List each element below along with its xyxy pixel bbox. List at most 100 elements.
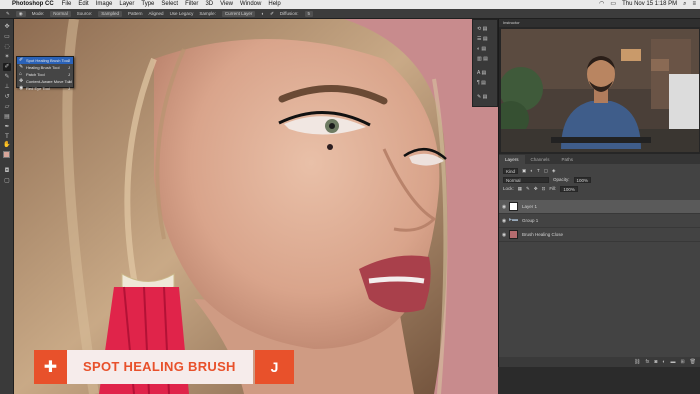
sample-select[interactable]: Current Layer — [221, 10, 256, 17]
document-canvas[interactable] — [14, 19, 498, 394]
layer-style-icon[interactable]: fx — [645, 357, 649, 367]
clone-stamp-tool-icon[interactable]: ⊥ — [3, 83, 11, 91]
adjustments-panel-icon[interactable]: ◐ ▤ — [477, 46, 495, 53]
layer-row[interactable]: ◉ Brush Healing Close — [499, 228, 700, 242]
character-panel-icon[interactable]: A ▤ — [477, 70, 495, 77]
layer-row[interactable]: ◉ ▸▬ Group 1 — [499, 214, 700, 228]
lock-label: Lock: — [503, 186, 514, 191]
eye-icon[interactable]: ◉ — [499, 204, 509, 210]
layer-name[interactable]: Brush Healing Close — [522, 232, 563, 237]
search-icon[interactable]: ⌕ — [683, 0, 686, 9]
menu-window[interactable]: Window — [240, 0, 261, 9]
menu-file[interactable]: File — [62, 0, 72, 9]
new-group-icon[interactable]: ▬ — [670, 357, 675, 367]
properties-panel-icon[interactable]: ☰ ▤ — [477, 36, 495, 43]
video-panel-title: Instructor — [499, 19, 700, 27]
red-eye-icon: ◉ — [19, 85, 24, 91]
opacity-field[interactable]: 100% — [573, 176, 592, 183]
flyout-item-label: Spot Healing Brush Tool — [26, 58, 69, 63]
flyout-item-key: J — [68, 72, 70, 77]
filter-smart-icon[interactable]: ◈ — [552, 168, 555, 174]
pen-tool-icon[interactable]: ✒ — [3, 123, 11, 131]
eraser-tool-icon[interactable]: ▱ — [3, 103, 11, 111]
shortcut-key: J — [255, 350, 294, 384]
menu-list-icon[interactable]: ≡ — [692, 0, 696, 9]
lock-pixels-icon[interactable]: ▦ — [518, 186, 522, 192]
lock-all-icon[interactable]: ⊡ — [542, 186, 546, 192]
tab-paths[interactable]: Paths — [556, 155, 580, 164]
quick-select-tool-icon[interactable]: ✶ — [3, 53, 11, 61]
layer-row[interactable]: ◉ Layer 1 — [499, 200, 700, 214]
new-adjustment-icon[interactable]: ◐ — [662, 357, 665, 367]
brush-tool-icon[interactable]: ✎ — [3, 73, 11, 81]
filter-type-icon[interactable]: T — [537, 168, 540, 173]
type-tool-icon[interactable]: T — [3, 133, 11, 141]
quick-mask-icon[interactable]: ◘ — [3, 167, 11, 175]
clock[interactable]: Thu Nov 15 1:18 PM — [622, 0, 677, 9]
blend-mode-select[interactable]: Normal — [503, 176, 549, 183]
aligned-checkbox[interactable]: Aligned — [149, 9, 164, 19]
flyout-red-eye[interactable]: ◉ Red Eye Tool J — [17, 85, 73, 92]
adjustment-layers-icon[interactable]: ◐ — [261, 9, 264, 19]
paragraph-panel-icon[interactable]: ¶ ▤ — [477, 80, 495, 87]
flyout-item-label: Healing Brush Tool — [26, 65, 60, 70]
link-layers-icon[interactable]: ⛓ — [634, 357, 640, 367]
spot-healing-tool-icon[interactable]: ✐ — [3, 63, 11, 71]
bandage-icon: ✚ — [34, 350, 67, 384]
layers-footer: ⛓ fx ◙ ◐ ▬ ⊞ 🗑 — [499, 357, 700, 367]
layer-name[interactable]: Layer 1 — [522, 204, 537, 209]
patch-icon: ⌂ — [19, 71, 23, 77]
move-tool-icon[interactable]: ✥ — [3, 23, 11, 31]
diffusion-value[interactable]: 5 — [304, 10, 314, 17]
screen-mode-icon[interactable]: ▢ — [3, 177, 11, 185]
healing-brush-icon: ✎ — [19, 64, 24, 70]
lasso-tool-icon[interactable]: ◌ — [3, 43, 11, 51]
delete-layer-icon[interactable]: 🗑 — [690, 357, 696, 367]
foreground-color-swatch[interactable] — [3, 151, 10, 158]
menu-image[interactable]: Image — [96, 0, 113, 9]
add-mask-icon[interactable]: ◙ — [654, 357, 657, 367]
brush-size-picker[interactable]: ◉ — [15, 10, 26, 17]
history-panel-icon[interactable]: ⟲ ▤ — [477, 26, 495, 33]
lock-paint-icon[interactable]: ✎ — [526, 186, 530, 192]
content-aware-move-icon: ✥ — [19, 78, 24, 84]
instructor-video[interactable] — [501, 29, 699, 152]
filter-shape-icon[interactable]: ▢ — [544, 168, 548, 174]
eye-icon[interactable]: ◉ — [499, 218, 509, 224]
healing-tools-flyout: ✐ Spot Healing Brush Tool J ✎ Healing Br… — [16, 56, 74, 91]
marquee-tool-icon[interactable]: ▭ — [3, 33, 11, 41]
hand-tool-icon[interactable]: ✋ — [3, 141, 11, 149]
tab-layers[interactable]: Layers — [499, 155, 525, 164]
flyout-item-key: J — [68, 58, 70, 63]
layer-name[interactable]: Group 1 — [522, 218, 538, 223]
flyout-content-aware-move[interactable]: ✥ Content-Aware Move Tool J — [17, 78, 73, 85]
sampled-button[interactable]: Sampled — [98, 10, 123, 17]
flyout-spot-healing[interactable]: ✐ Spot Healing Brush Tool J — [17, 57, 73, 64]
tab-channels[interactable]: Channels — [525, 155, 556, 164]
layer-thumbnail — [509, 202, 518, 211]
history-brush-tool-icon[interactable]: ↺ — [3, 93, 11, 101]
kind-filter-select[interactable]: Kind — [503, 167, 519, 174]
eye-icon[interactable]: ◉ — [499, 232, 509, 238]
menu-view[interactable]: View — [220, 0, 233, 9]
brushes-panel-icon[interactable]: ✎ ▤ — [477, 94, 495, 101]
menu-bar: Photoshop CC File Edit Image Layer Type … — [0, 0, 700, 9]
flyout-item-key: J — [68, 65, 70, 70]
flyout-patch[interactable]: ⌂ Patch Tool J — [17, 71, 73, 78]
new-layer-icon[interactable]: ⊞ — [680, 357, 684, 367]
flyout-healing-brush[interactable]: ✎ Healing Brush Tool J — [17, 64, 73, 71]
wifi-icon[interactable]: ◠ — [599, 0, 604, 9]
fill-field[interactable]: 100% — [560, 185, 578, 192]
mode-select[interactable]: Normal — [50, 10, 71, 17]
battery-icon[interactable]: ▭ — [610, 0, 616, 9]
tool-preset-icon[interactable]: ✎ — [6, 9, 10, 19]
filter-pixel-icon[interactable]: ▣ — [522, 168, 526, 174]
libraries-panel-icon[interactable]: ▥ ▤ — [477, 56, 495, 63]
pressure-icon[interactable]: ✐ — [270, 9, 274, 19]
pattern-button[interactable]: Pattern — [128, 9, 143, 19]
layers-panel-tabs: Layers Channels Paths — [499, 154, 700, 164]
gradient-tool-icon[interactable]: ▤ — [3, 113, 11, 121]
legacy-checkbox[interactable]: Use Legacy — [170, 9, 194, 19]
filter-adjust-icon[interactable]: ◐ — [530, 168, 533, 173]
lock-move-icon[interactable]: ✥ — [534, 186, 538, 192]
